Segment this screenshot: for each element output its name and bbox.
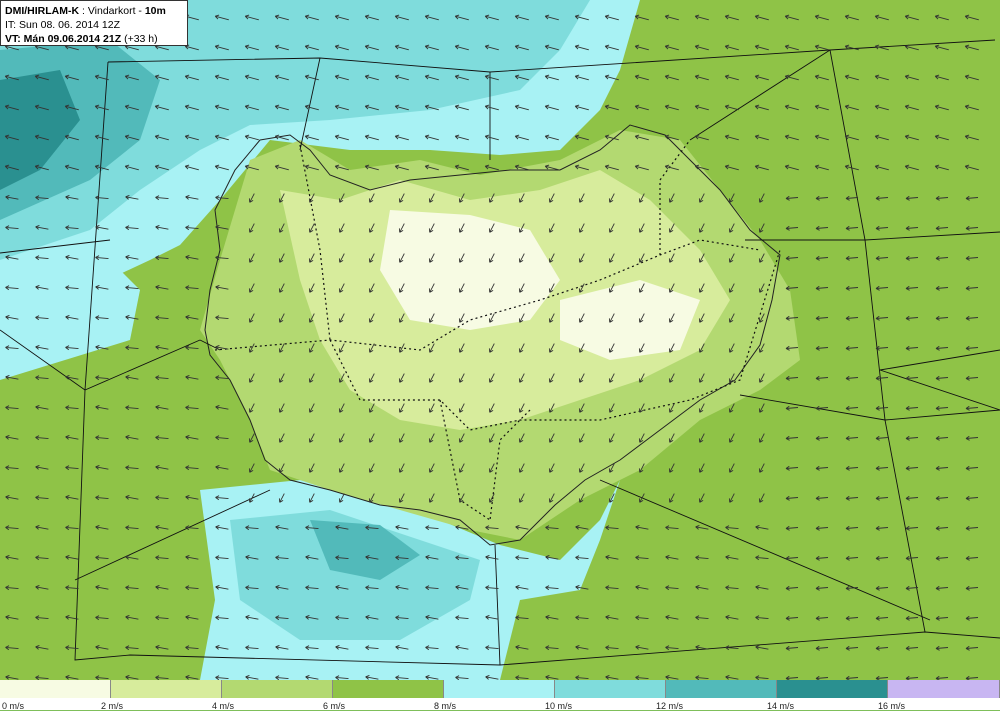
title-line: DMI/HIRLAM-K : Vindarkort - 10m bbox=[5, 4, 183, 18]
legend-swatch bbox=[444, 680, 555, 698]
valid-time-label: VT: bbox=[5, 33, 24, 45]
valid-time-line: VT: Mán 09.06.2014 21Z (+33 h) bbox=[5, 32, 183, 46]
model-name: DMI/HIRLAM-K bbox=[5, 5, 80, 17]
legend-swatch bbox=[333, 680, 444, 698]
wind-speed-legend: 0 m/s 2 m/s 4 m/s 6 m/s 8 m/s 10 m/s 12 m/s 14 … bbox=[0, 680, 1000, 711]
wind-map-figure: DMI/HIRLAM-K : Vindarkort - 10m IT: Sun … bbox=[0, 0, 1000, 711]
wind-map bbox=[0, 0, 1000, 680]
valid-time-lead: (+33 h) bbox=[121, 33, 158, 45]
title-sep: : bbox=[79, 5, 88, 17]
init-time-value: Sun 08. 06. 2014 12Z bbox=[19, 19, 121, 31]
legend-swatch bbox=[0, 680, 111, 698]
level-label: 10m bbox=[144, 5, 166, 17]
legend-swatch bbox=[666, 680, 777, 698]
product-name: Vindarkort - bbox=[87, 5, 145, 17]
map-title-box: DMI/HIRLAM-K : Vindarkort - 10m IT: Sun … bbox=[0, 0, 188, 46]
init-time-line: IT: Sun 08. 06. 2014 12Z bbox=[5, 18, 183, 32]
legend-swatch bbox=[222, 680, 333, 698]
valid-time-value: Mán 09.06.2014 21Z bbox=[23, 33, 122, 45]
init-time-label: IT: bbox=[5, 19, 20, 31]
legend-swatch bbox=[111, 680, 222, 698]
legend-swatch bbox=[777, 680, 888, 698]
legend-swatch bbox=[555, 680, 666, 698]
legend-swatch bbox=[888, 680, 1000, 698]
